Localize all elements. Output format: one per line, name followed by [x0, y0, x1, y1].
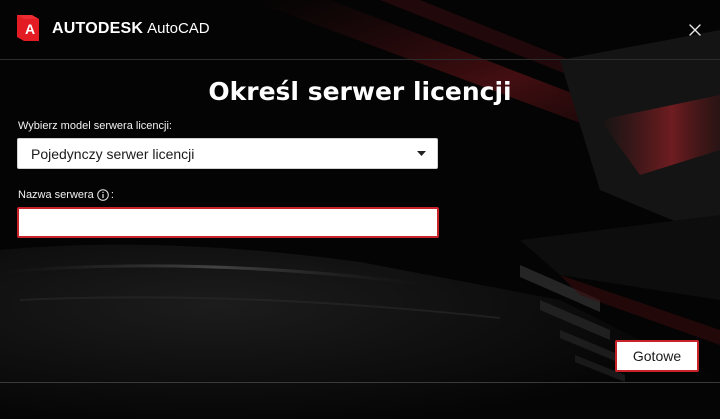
close-button[interactable] [681, 16, 709, 44]
svg-text:A: A [25, 21, 35, 37]
autocad-logo-icon: A [17, 15, 39, 41]
license-model-select[interactable]: Pojedynczy serwer licencji [17, 138, 438, 169]
close-icon [689, 24, 701, 36]
server-name-input[interactable] [17, 207, 439, 238]
page-title: Określ serwer licencji [208, 77, 512, 106]
dropdown-arrow-icon [417, 151, 426, 156]
server-name-label-colon: : [110, 189, 114, 201]
brand-company: AUTODESK [52, 20, 144, 37]
server-name-label: Nazwa serwera : [18, 189, 114, 201]
license-model-label: Wybierz model serwera licencji: [18, 120, 172, 132]
title-bar: A AUTODESK AutoCAD [0, 0, 720, 60]
done-button[interactable]: Gotowe [615, 340, 699, 372]
license-model-selected-value: Pojedynczy serwer licencji [31, 146, 195, 162]
app-brand: AUTODESK AutoCAD [52, 18, 210, 40]
server-name-label-text: Nazwa serwera [18, 189, 94, 201]
info-icon[interactable] [97, 189, 109, 201]
footer-divider [0, 382, 720, 383]
brand-product: AutoCAD [147, 20, 210, 37]
autocad-license-dialog: A AUTODESK AutoCAD Określ serwer licencji… [0, 0, 720, 419]
